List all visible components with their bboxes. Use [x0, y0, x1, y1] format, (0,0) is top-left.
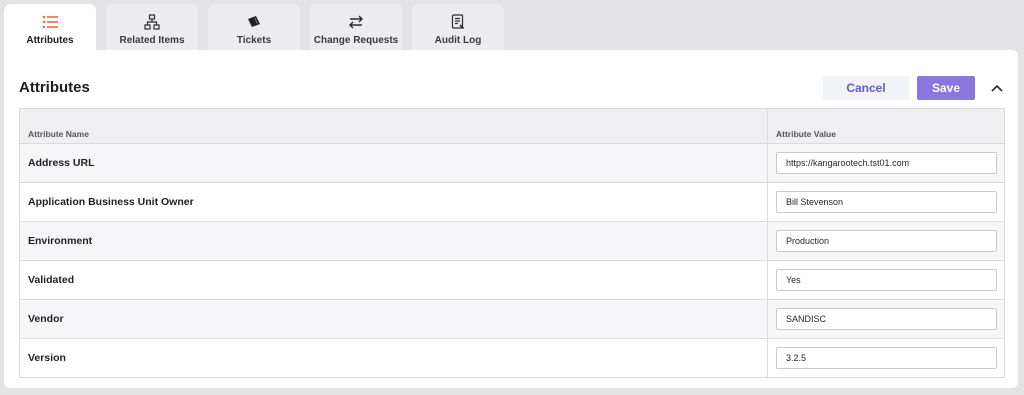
table-row: Environment — [19, 221, 1005, 261]
table-header-row: Attribute Name Attribute Value — [19, 108, 1005, 144]
tab-bar: Attributes Related Items Tickets Change … — [4, 4, 504, 50]
attribute-value-cell — [767, 338, 1005, 378]
panel-title: Attributes — [19, 79, 90, 96]
hierarchy-icon — [143, 13, 161, 31]
tab-label: Audit Log — [434, 35, 482, 46]
attribute-name: Version — [19, 338, 768, 378]
attributes-panel: Attributes Cancel Save Attribute Name At… — [4, 50, 1018, 388]
attributes-table: Attribute Name Attribute Value Address U… — [19, 108, 1005, 378]
swap-arrows-icon — [347, 13, 365, 31]
table-row: Vendor — [19, 299, 1005, 339]
attribute-value-input[interactable] — [776, 269, 997, 291]
cancel-button[interactable]: Cancel — [823, 76, 909, 100]
chevron-up-icon[interactable] — [989, 80, 1005, 96]
attribute-value-cell — [767, 221, 1005, 261]
table-row: Address URL — [19, 143, 1005, 183]
ticket-icon — [245, 13, 263, 31]
attribute-name: Vendor — [19, 299, 768, 339]
attribute-value-cell — [767, 143, 1005, 183]
attribute-value-input[interactable] — [776, 191, 997, 213]
save-button[interactable]: Save — [917, 76, 975, 100]
attribute-name: Validated — [19, 260, 768, 300]
attribute-value-cell — [767, 260, 1005, 300]
panel-header: Attributes Cancel Save — [19, 76, 1003, 100]
tab-change-requests[interactable]: Change Requests — [310, 4, 402, 50]
column-header-attribute-name: Attribute Name — [19, 108, 768, 144]
attribute-value-cell — [767, 182, 1005, 222]
tab-label: Attributes — [26, 35, 74, 46]
column-header-attribute-value: Attribute Value — [767, 108, 1005, 144]
document-icon — [449, 13, 467, 31]
attribute-value-input[interactable] — [776, 347, 997, 369]
tab-audit-log[interactable]: Audit Log — [412, 4, 504, 50]
attribute-value-input[interactable] — [776, 152, 997, 174]
attribute-value-input[interactable] — [776, 230, 997, 252]
tab-label: Change Requests — [313, 35, 399, 46]
list-icon — [41, 13, 59, 31]
attribute-value-cell — [767, 299, 1005, 339]
tab-attributes[interactable]: Attributes — [4, 4, 96, 50]
table-row: Version — [19, 338, 1005, 378]
tab-label: Related Items — [119, 35, 185, 46]
attribute-value-input[interactable] — [776, 308, 997, 330]
tab-related-items[interactable]: Related Items — [106, 4, 198, 50]
attribute-name: Application Business Unit Owner — [19, 182, 768, 222]
tab-tickets[interactable]: Tickets — [208, 4, 300, 50]
table-row: Application Business Unit Owner — [19, 182, 1005, 222]
attribute-name: Environment — [19, 221, 768, 261]
table-row: Validated — [19, 260, 1005, 300]
attribute-name: Address URL — [19, 143, 768, 183]
tab-label: Tickets — [236, 35, 272, 46]
